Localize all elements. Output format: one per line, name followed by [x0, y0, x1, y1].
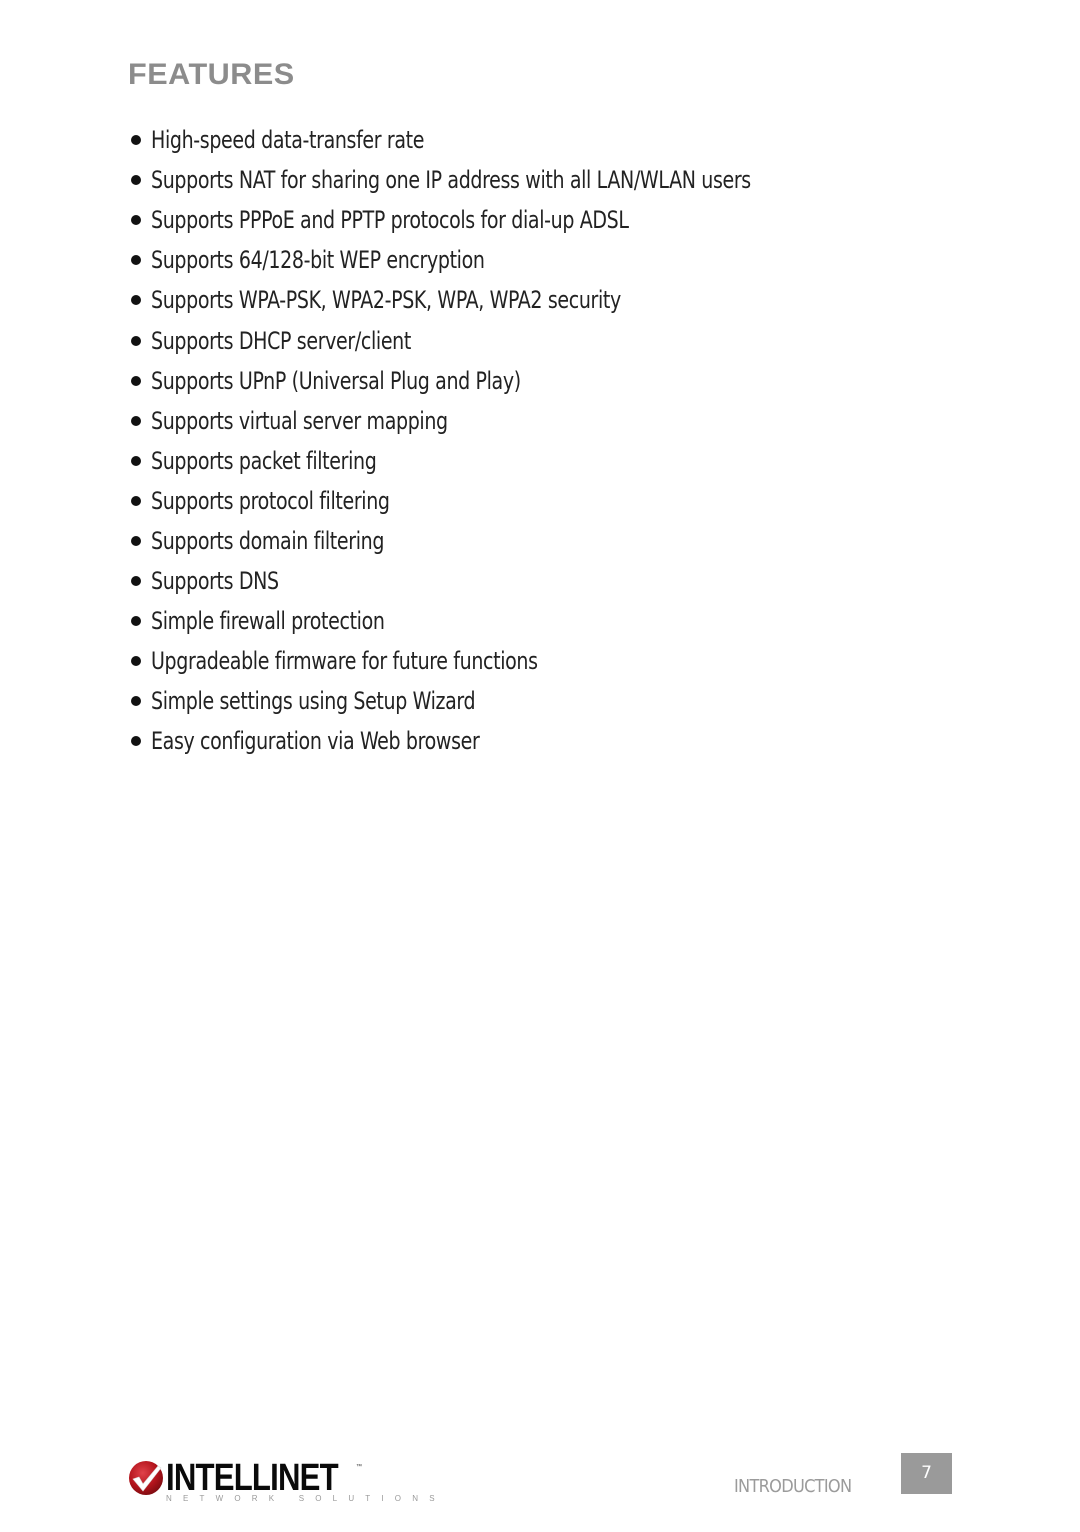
feature-text: Supports domain filtering: [151, 526, 385, 555]
bullet-icon: [131, 335, 141, 346]
feature-text: Simple settings using Setup Wizard: [151, 687, 476, 716]
list-item: High-speed data-transfer rate: [128, 120, 833, 160]
bullet-icon: [131, 295, 141, 306]
bullet-icon: [131, 696, 141, 707]
list-item: Upgradeable firmware for future function…: [128, 641, 833, 681]
intellinet-logo: INTELLINET ™ NETWORK SOLUTIONS: [128, 1457, 435, 1508]
feature-text: Supports UPnP (Universal Plug and Play): [151, 366, 521, 395]
list-item: Supports domain filtering: [128, 521, 833, 561]
bullet-icon: [131, 535, 141, 546]
list-item: Simple firewall protection: [128, 601, 833, 641]
bullet-icon: [131, 656, 141, 667]
list-item: Supports NAT for sharing one IP address …: [128, 160, 833, 200]
list-item: Supports packet filtering: [128, 441, 833, 481]
feature-text: Supports DNS: [151, 567, 279, 596]
list-item: Supports virtual server mapping: [128, 401, 833, 441]
bullet-icon: [131, 215, 141, 226]
bullet-icon: [131, 616, 141, 627]
list-item: Easy configuration via Web browser: [128, 721, 833, 761]
list-item: Supports protocol filtering: [128, 481, 833, 521]
bullet-icon: [131, 175, 141, 186]
bullet-icon: [131, 455, 141, 466]
bullet-icon: [131, 495, 141, 506]
feature-text: Simple firewall protection: [151, 607, 385, 636]
bullet-icon: [131, 736, 141, 747]
list-item: Supports PPPoE and PPTP protocols for di…: [128, 200, 833, 240]
bullet-icon: [131, 576, 141, 587]
feature-text: Supports protocol filtering: [151, 486, 390, 515]
bullet-icon: [131, 255, 141, 266]
feature-text: Supports NAT for sharing one IP address …: [151, 166, 751, 195]
bullet-icon: [131, 135, 141, 146]
feature-text: Supports virtual server mapping: [151, 406, 448, 435]
feature-text: Supports packet filtering: [151, 446, 377, 475]
feature-text: Supports WPA-PSK, WPA2-PSK, WPA, WPA2 se…: [151, 286, 621, 315]
list-item: Simple settings using Setup Wizard: [128, 681, 833, 721]
list-item: Supports 64/128-bit WEP encryption: [128, 240, 833, 280]
list-item: Supports DHCP server/client: [128, 320, 833, 360]
feature-text: Supports PPPoE and PPTP protocols for di…: [151, 206, 629, 235]
trademark-symbol: ™: [356, 1464, 362, 1470]
feature-text: High-speed data-transfer rate: [151, 126, 425, 155]
page-number: 7: [901, 1453, 952, 1494]
feature-text: Supports 64/128-bit WEP encryption: [151, 246, 485, 275]
feature-text: Easy configuration via Web browser: [151, 727, 480, 756]
feature-list: High-speed data-transfer rate Supports N…: [128, 120, 833, 762]
logo-tagline: NETWORK SOLUTIONS: [166, 1494, 446, 1503]
list-item: Supports UPnP (Universal Plug and Play): [128, 361, 833, 401]
feature-text: Supports DHCP server/client: [151, 326, 411, 355]
bullet-icon: [131, 375, 141, 386]
bullet-icon: [131, 415, 141, 426]
section-label: INTRODUCTION: [734, 1476, 852, 1497]
list-item: Supports DNS: [128, 561, 833, 601]
list-item: Supports WPA-PSK, WPA2-PSK, WPA, WPA2 se…: [128, 280, 833, 320]
page-title: FEATURES: [128, 58, 295, 91]
checkmark-badge-icon: [129, 1461, 163, 1495]
feature-text: Upgradeable firmware for future function…: [151, 647, 538, 676]
